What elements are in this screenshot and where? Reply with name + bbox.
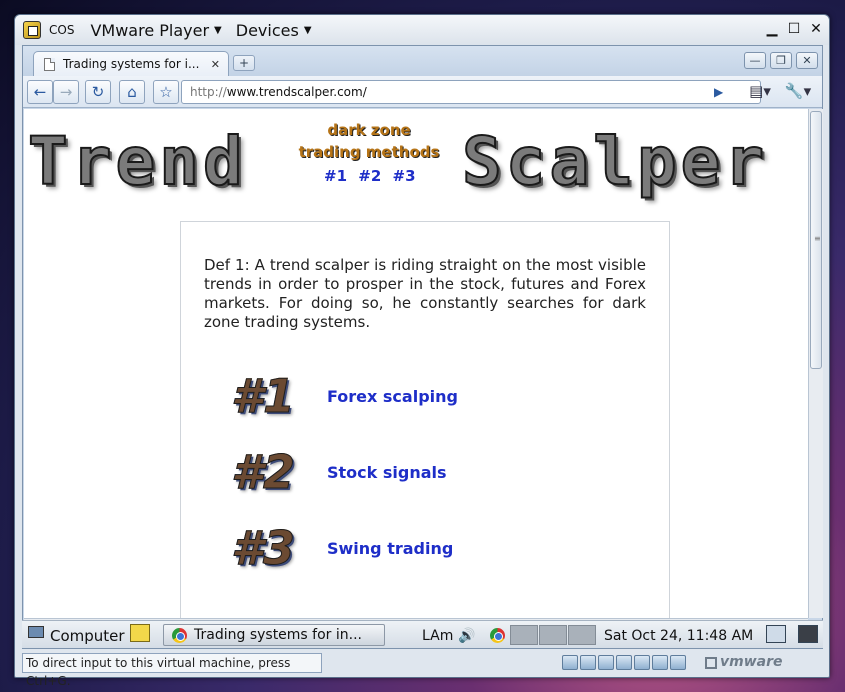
vmware-player-menu-label: VMware Player: [90, 20, 210, 40]
vmware-window-controls: ▁ ☐ ✕: [765, 21, 823, 37]
usb-icon[interactable]: [634, 655, 650, 670]
taskbar-task-label: Trading systems for in...: [194, 627, 362, 643]
page-icon: [44, 57, 55, 71]
list-item: #2 Stock signals: [230, 445, 631, 505]
chrome-icon: [172, 628, 187, 643]
minimize-icon[interactable]: —: [744, 52, 766, 69]
grip-icon: ≡: [814, 234, 821, 243]
devices-menu-label: Devices: [235, 20, 299, 40]
go-arrow-icon[interactable]: ▶: [714, 85, 723, 99]
header-link-3[interactable]: #3: [393, 167, 416, 185]
taskbar-browser-task[interactable]: Trading systems for in...: [163, 624, 385, 646]
new-tab-button[interactable]: +: [233, 55, 255, 71]
header-link-2[interactable]: #2: [358, 167, 381, 185]
vertical-scrollbar[interactable]: ≡: [808, 109, 823, 618]
vmware-os-icon: [23, 21, 41, 39]
forward-button[interactable]: →: [53, 80, 79, 104]
tagline-trading-methods: trading methods: [298, 143, 440, 161]
tab-close-icon[interactable]: ✕: [211, 58, 220, 71]
devices-menu[interactable]: Devices ▼: [236, 21, 312, 40]
tab-strip: Trading systems for i... ✕ + — ❐ ✕: [23, 46, 822, 76]
forex-scalping-link[interactable]: Forex scalping: [327, 387, 458, 406]
vm-os-label: COS: [49, 23, 75, 37]
browser-tab[interactable]: Trading systems for i... ✕: [33, 51, 229, 76]
calendar-icon[interactable]: [766, 625, 786, 643]
minimize-icon[interactable]: ▁: [765, 21, 779, 37]
vmware-window: COS VMware Player ▼ Devices ▼ ▁ ☐ ✕ Tradin…: [14, 14, 830, 688]
cdrom-icon[interactable]: [580, 655, 596, 670]
bookmark-star-icon[interactable]: ☆: [153, 80, 179, 104]
url-scheme: http://: [190, 85, 227, 99]
vmware-logo-icon: [705, 657, 717, 669]
logo-word-scalper: Scalper: [461, 122, 769, 201]
browser-window: Trading systems for i... ✕ + — ❐ ✕ ← → ↻…: [22, 45, 823, 649]
item-number-graphic: #2: [230, 445, 296, 500]
usb-device-icon[interactable]: [652, 655, 668, 670]
notes-icon[interactable]: [130, 624, 150, 642]
floppy-icon[interactable]: [598, 655, 614, 670]
stock-signals-link[interactable]: Stock signals: [327, 463, 447, 482]
url-host: www.trendscalper.com/: [226, 85, 367, 99]
tab-title: Trading systems for i...: [63, 57, 200, 71]
logo-word-trend: Trend: [27, 122, 247, 201]
workspace-2[interactable]: [539, 625, 567, 645]
content-card: Def 1: A trend scalper is riding straigh…: [180, 221, 670, 618]
wrench-menu-icon[interactable]: 🔧▾: [781, 80, 815, 104]
close-icon[interactable]: ✕: [809, 21, 823, 37]
restore-icon[interactable]: ❐: [770, 52, 792, 69]
vmware-player-menu[interactable]: VMware Player ▼: [90, 21, 221, 40]
page-menu-icon[interactable]: ▤▾: [743, 80, 777, 104]
vertical-scroll-thumb[interactable]: ≡: [810, 111, 822, 369]
chrome-icon[interactable]: [490, 628, 505, 643]
list-item: #3 Swing trading: [230, 521, 631, 581]
tagline-dark-zone: dark zone: [327, 121, 411, 139]
list-item: #1 Forex scalping: [230, 369, 631, 429]
hard-disk-icon[interactable]: [562, 655, 578, 670]
close-icon[interactable]: ✕: [796, 52, 818, 69]
back-button[interactable]: ←: [27, 80, 53, 104]
clock[interactable]: Sat Oct 24, 11:48 AM: [604, 625, 753, 647]
show-desktop-icon[interactable]: [798, 625, 818, 643]
address-bar[interactable]: http://www.trendscalper.com/: [181, 80, 761, 104]
header-links: #1 #2 #3: [324, 167, 422, 185]
vmware-brand: vmware: [720, 654, 783, 670]
item-number-graphic: #1: [230, 369, 296, 424]
web-page: Trend dark zone trading methods #1 #2 #3…: [24, 109, 808, 618]
swing-trading-link[interactable]: Swing trading: [327, 539, 453, 558]
computer-menu[interactable]: Computer: [50, 625, 125, 647]
sound-icon[interactable]: [670, 655, 686, 670]
item-number-graphic: #3: [230, 521, 296, 576]
browser-window-controls: — ❐ ✕: [744, 52, 818, 69]
guest-taskbar: Computer Trading systems for in... LAm 🔊…: [22, 620, 823, 648]
computer-icon: [28, 626, 44, 638]
header-link-1[interactable]: #1: [324, 167, 347, 185]
reload-button[interactable]: ↻: [85, 80, 111, 104]
volume-icon[interactable]: 🔊: [458, 625, 475, 647]
vmware-status-bar: To direct input to this virtual machine,…: [22, 651, 823, 688]
maximize-icon[interactable]: ☐: [787, 21, 801, 37]
workspace-3[interactable]: [568, 625, 596, 645]
definition-text: Def 1: A trend scalper is riding straigh…: [204, 256, 646, 331]
status-hint: To direct input to this virtual machine,…: [22, 653, 322, 688]
chevron-down-icon: ▼: [214, 24, 222, 36]
workspace-1[interactable]: [510, 625, 538, 645]
vmware-menubar: COS VMware Player ▼ Devices ▼ ▁ ☐ ✕: [15, 15, 829, 45]
home-button[interactable]: ⌂: [119, 80, 145, 104]
network-icon[interactable]: [616, 655, 632, 670]
keyboard-layout[interactable]: LAm: [422, 625, 453, 647]
chevron-down-icon: ▼: [303, 24, 312, 36]
browser-toolbar: ← → ↻ ⌂ ☆ http://www.trendscalper.com/ ▶…: [23, 76, 822, 108]
